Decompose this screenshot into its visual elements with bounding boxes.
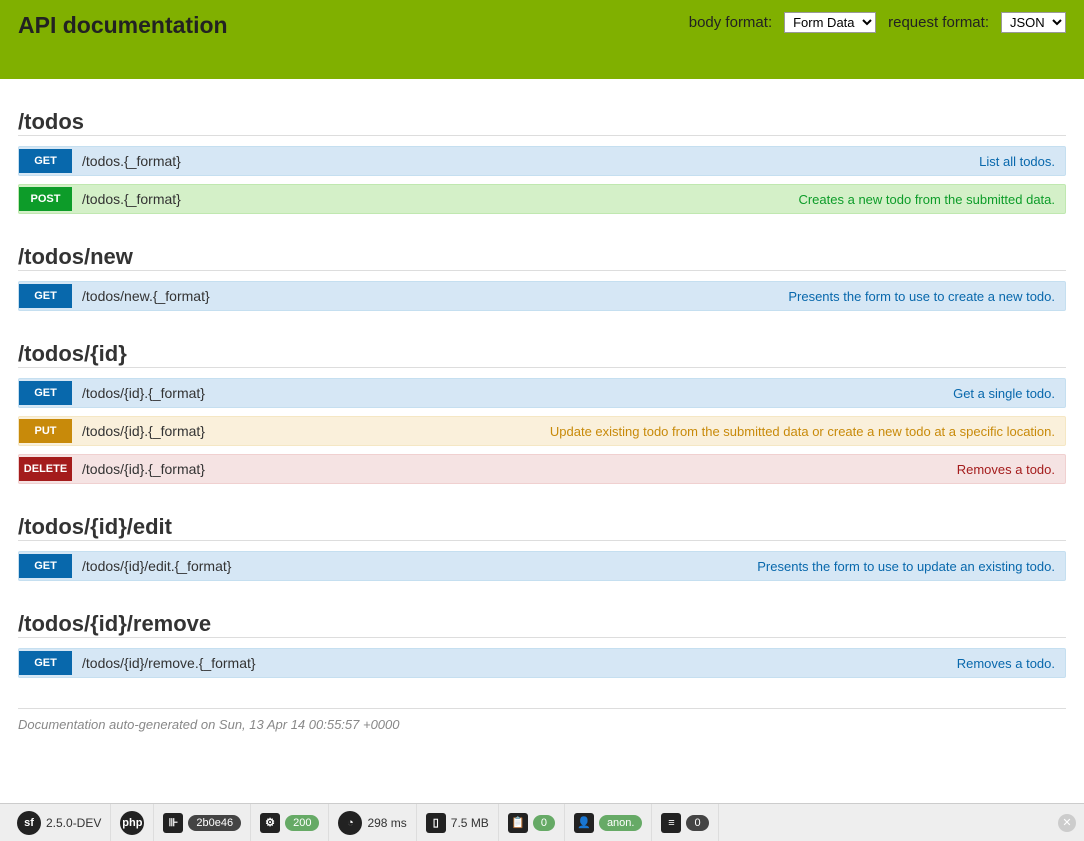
endpoint-row[interactable]: DELETE/todos/{id}.{_format} Removes a tod… — [18, 454, 1066, 484]
endpoint-row[interactable]: GET/todos/{id}/remove.{_format} Removes a… — [18, 648, 1066, 678]
endpoint-row[interactable]: GET/todos/new.{_format} Presents the form… — [18, 281, 1066, 311]
symfony-icon: sf — [17, 811, 41, 835]
endpoint-row[interactable]: GET/todos/{id}/edit.{_format} Presents th… — [18, 551, 1066, 581]
content: /todos GET/todos.{_format} List all todos.… — [0, 79, 1084, 732]
page-header: API documentation body format: Form Data… — [0, 0, 1084, 79]
endpoint-path: /todos/{id}.{_format} — [72, 379, 215, 407]
toolbar-user[interactable]: 👤 anon. — [565, 804, 653, 841]
toolbar-time[interactable]: ◔ 298 ms — [329, 804, 416, 841]
endpoint-description: Presents the form to use to update an ex… — [747, 553, 1065, 580]
toolbar-symfony[interactable]: sf 2.5.0-DEV — [8, 804, 111, 841]
method-badge: GET — [19, 554, 72, 578]
method-badge: GET — [19, 149, 72, 173]
endpoint-row[interactable]: POST/todos.{_format} Creates a new todo f… — [18, 184, 1066, 214]
method-badge: PUT — [19, 419, 72, 443]
debug-toolbar: sf 2.5.0-DEV php ⊪ 2b0e46 ⚙ 200 ◔ 298 ms… — [0, 803, 1084, 841]
section-title: /todos/{id}/remove — [18, 611, 1066, 638]
endpoint-description: Removes a todo. — [947, 650, 1065, 677]
clock-icon: ◔ — [338, 811, 362, 835]
memory-icon: ▯ — [426, 813, 446, 833]
endpoint-path: /todos/new.{_format} — [72, 282, 220, 310]
api-section: /todos/{id}/remove GET/todos/{id}/remove.… — [18, 611, 1066, 678]
endpoint-row[interactable]: GET/todos.{_format} List all todos. — [18, 146, 1066, 176]
endpoint-path: /todos.{_format} — [72, 147, 191, 175]
endpoint-description: List all todos. — [969, 148, 1065, 175]
request-format-select[interactable]: JSON — [1001, 12, 1066, 33]
toolbar-token[interactable]: ⊪ 2b0e46 — [154, 804, 251, 841]
method-badge: GET — [19, 651, 72, 675]
endpoint-row[interactable]: GET/todos/{id}.{_format} Get a single tod… — [18, 378, 1066, 408]
toolbar-status[interactable]: ⚙ 200 — [251, 804, 329, 841]
endpoint-description: Get a single todo. — [943, 380, 1065, 407]
toolbar-forms[interactable]: 📋 0 — [499, 804, 565, 841]
user-icon: 👤 — [574, 813, 594, 833]
section-title: /todos/new — [18, 244, 1066, 271]
endpoint-path: /todos/{id}/remove.{_format} — [72, 649, 266, 677]
section-title: /todos/{id}/edit — [18, 514, 1066, 541]
clipboard-icon: 📋 — [508, 813, 528, 833]
toolbar-db[interactable]: ≡ 0 — [652, 804, 718, 841]
method-badge: DELETE — [19, 457, 72, 481]
section-title: /todos — [18, 109, 1066, 136]
toolbar-memory[interactable]: ▯ 7.5 MB — [417, 804, 499, 841]
endpoint-description: Removes a todo. — [947, 456, 1065, 483]
section-title: /todos/{id} — [18, 341, 1066, 368]
request-format-label: request format: — [888, 14, 989, 31]
gear-icon: ⚙ — [260, 813, 280, 833]
endpoint-row[interactable]: PUT/todos/{id}.{_format} Update existing … — [18, 416, 1066, 446]
config-icon: ⊪ — [163, 813, 183, 833]
database-icon: ≡ — [661, 813, 681, 833]
page-title: API documentation — [18, 12, 689, 39]
toolbar-php[interactable]: php — [111, 804, 154, 841]
body-format-label: body format: — [689, 14, 772, 31]
api-section: /todos/new GET/todos/new.{_format} Present… — [18, 244, 1066, 311]
method-badge: GET — [19, 381, 72, 405]
endpoint-path: /todos/{id}.{_format} — [72, 417, 215, 445]
toolbar-close-button[interactable]: ✕ — [1058, 814, 1076, 832]
method-badge: GET — [19, 284, 72, 308]
body-format-select[interactable]: Form Data — [784, 12, 876, 33]
endpoint-path: /todos.{_format} — [72, 185, 191, 213]
endpoint-description: Creates a new todo from the submitted da… — [788, 186, 1065, 213]
endpoint-description: Update existing todo from the submitted … — [540, 418, 1065, 445]
endpoint-description: Presents the form to use to create a new… — [778, 283, 1065, 310]
method-badge: POST — [19, 187, 72, 211]
endpoint-path: /todos/{id}/edit.{_format} — [72, 552, 241, 580]
api-section: /todos/{id} GET/todos/{id}.{_format} Get a… — [18, 341, 1066, 484]
php-icon: php — [120, 811, 144, 835]
api-section: /todos GET/todos.{_format} List all todos.… — [18, 109, 1066, 214]
api-section: /todos/{id}/edit GET/todos/{id}/edit.{_fo… — [18, 514, 1066, 581]
endpoint-path: /todos/{id}.{_format} — [72, 455, 215, 483]
footer-note: Documentation auto-generated on Sun, 13 … — [18, 708, 1066, 732]
header-controls: body format: Form Data request format: J… — [689, 12, 1066, 33]
